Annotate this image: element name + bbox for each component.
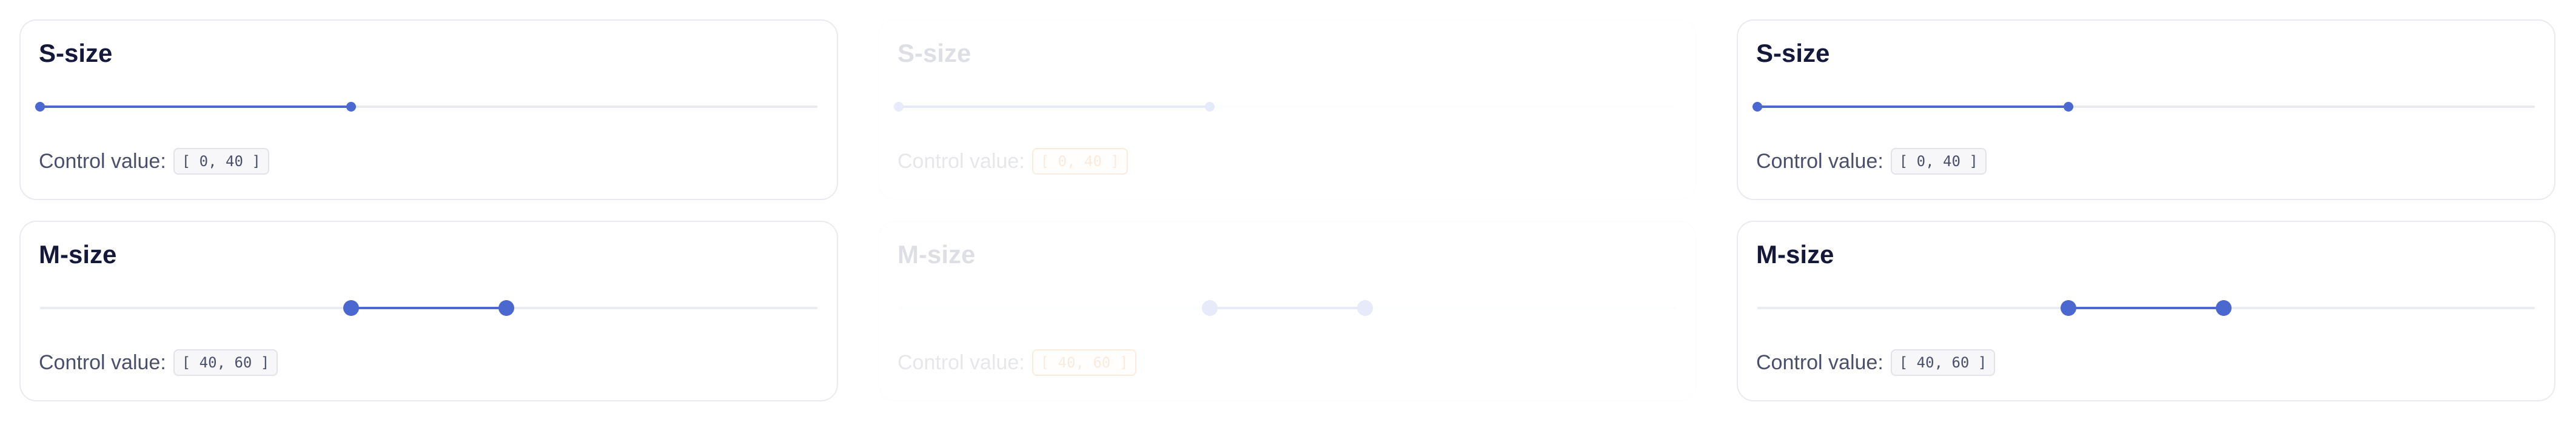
slider-card-m: M-size Control value: [ 40, 60 ] [1737, 221, 2555, 401]
control-value-row: Control value: [ 40, 60 ] [897, 349, 1137, 376]
range-slider-fill [2068, 307, 2224, 309]
slider-card-m: M-size Control value: [ 40, 60 ] [19, 221, 838, 401]
slider-card-s-disabled: S-size Control value: [ 0, 40 ] [878, 19, 1697, 200]
range-slider-track[interactable] [1753, 102, 2535, 112]
range-slider-end-thumb[interactable] [346, 102, 356, 112]
control-value-code: [ 0, 40 ] [173, 148, 269, 175]
range-slider-fill [899, 106, 1210, 108]
card-title: S-size [897, 39, 971, 67]
demo-panel-normal-right: S-size Control value: [ 0, 40 ] M-size C… [1717, 0, 2576, 422]
range-slider-end-thumb[interactable] [498, 300, 515, 316]
range-slider-track [894, 102, 1676, 112]
range-slider-start-thumb[interactable] [2060, 300, 2076, 316]
control-value-label: Control value: [1756, 350, 1883, 374]
control-value-label: Control value: [1756, 149, 1883, 173]
card-title: M-size [39, 240, 117, 269]
control-value-code: [ 40, 60 ] [1031, 349, 1137, 376]
control-value-label: Control value: [897, 149, 1025, 173]
range-slider-start-thumb [894, 102, 904, 112]
control-value-row: Control value: [ 40, 60 ] [1756, 349, 1996, 376]
control-value-code: [ 0, 40 ] [1890, 148, 1987, 175]
card-title: M-size [897, 240, 976, 269]
range-slider-start-thumb[interactable] [343, 300, 359, 316]
control-value-row: Control value: [ 40, 60 ] [39, 349, 278, 376]
range-slider-end-thumb[interactable] [2216, 300, 2232, 316]
card-title: S-size [1756, 39, 1830, 67]
control-value-row: Control value: [ 0, 40 ] [1756, 148, 1987, 175]
slider-card-s: S-size Control value: [ 0, 40 ] [19, 19, 838, 200]
range-slider-end-thumb[interactable] [2063, 102, 2073, 112]
range-slider-track[interactable] [40, 300, 817, 316]
control-value-code: [ 0, 40 ] [1031, 148, 1128, 175]
range-slider-track[interactable] [35, 102, 817, 112]
control-value-code: [ 40, 60 ] [173, 349, 278, 376]
slider-card-m-disabled: M-size Control value: [ 40, 60 ] [878, 221, 1697, 401]
slider-card-s: S-size Control value: [ 0, 40 ] [1737, 19, 2555, 200]
control-value-label: Control value: [897, 350, 1025, 374]
control-value-label: Control value: [39, 350, 166, 374]
range-slider-track [899, 300, 1676, 316]
control-value-label: Control value: [39, 149, 166, 173]
range-slider-start-thumb [1201, 300, 1218, 316]
demo-panel-disabled-middle: S-size Control value: [ 0, 40 ] M-size C… [859, 0, 1717, 422]
card-title: M-size [1756, 240, 1834, 269]
card-title: S-size [39, 39, 113, 67]
range-slider-track[interactable] [1757, 300, 2535, 316]
range-slider-start-thumb[interactable] [35, 102, 45, 112]
range-slider-fill [351, 307, 507, 309]
range-slider-start-thumb[interactable] [1753, 102, 1762, 112]
control-value-code: [ 40, 60 ] [1890, 349, 1996, 376]
control-value-row: Control value: [ 0, 40 ] [897, 148, 1128, 175]
range-slider-end-thumb [1357, 300, 1374, 316]
range-slider-end-thumb [1204, 102, 1215, 112]
demo-panel-normal-left: S-size Control value: [ 0, 40 ] M-size C… [0, 0, 859, 422]
control-value-row: Control value: [ 0, 40 ] [39, 148, 269, 175]
range-slider-fill [1209, 307, 1366, 309]
range-slider-fill [40, 106, 351, 108]
range-slider-fill [1757, 106, 2068, 108]
